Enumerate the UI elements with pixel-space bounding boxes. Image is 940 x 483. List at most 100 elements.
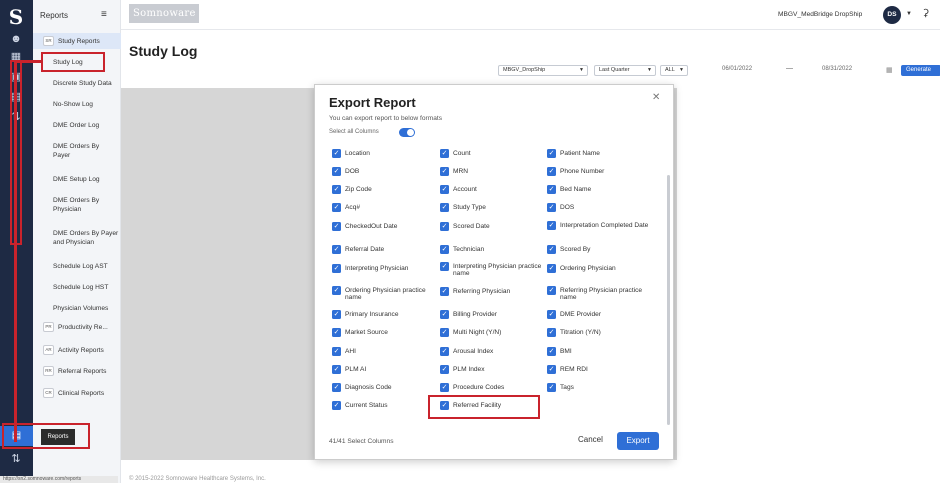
sidebar-item-discrete-study-data[interactable]: Discrete Study Data: [33, 79, 121, 88]
somnoware-logo-icon[interactable]: S: [7, 6, 25, 28]
sidebar-item-label: DME Orders By Physician: [53, 197, 100, 213]
sidebar-item-physician-volumes[interactable]: Physician Volumes: [33, 304, 121, 313]
column-checkbox-tags[interactable]: ✓ Tags: [547, 383, 655, 392]
column-checkbox-rem-rdi[interactable]: ✓ REM RDI: [547, 365, 655, 374]
sidebar-badge: AR: [43, 345, 54, 355]
column-checkbox-checkedout-date[interactable]: ✓ CheckedOut Date: [332, 222, 440, 231]
start-date-field[interactable]: 06/01/2022: [722, 66, 752, 72]
column-checkbox-technician[interactable]: ✓ Technician: [440, 245, 548, 254]
checkbox-checked-icon: ✓: [332, 245, 341, 254]
checkbox-label: Market Source: [345, 329, 388, 336]
column-checkbox-acq[interactable]: ✓ Acq#: [332, 203, 440, 212]
column-checkbox-bmi[interactable]: ✓ BMI: [547, 347, 655, 356]
sidebar-item-dme-orders-by-payer-and-physician[interactable]: DME Orders By Payer and Physician: [33, 229, 119, 247]
checkbox-checked-icon: ✓: [440, 222, 449, 231]
checkbox-checked-icon: ✓: [332, 310, 341, 319]
column-checkbox-ahi[interactable]: ✓ AHI: [332, 347, 440, 356]
sidebar-item-no-show-log[interactable]: No-Show Log: [33, 100, 121, 109]
chevron-down-icon[interactable]: ▼: [906, 11, 912, 17]
cancel-button[interactable]: Cancel: [578, 435, 603, 444]
sidebar-item-label: Productivity Re...: [58, 323, 108, 331]
column-checkbox-interpreting-physician-practice[interactable]: ✓ Interpreting Physician practice name: [440, 262, 548, 277]
column-checkbox-study-type[interactable]: ✓ Study Type: [440, 203, 548, 212]
user-avatar[interactable]: DS: [883, 6, 901, 24]
column-checkbox-multi-night[interactable]: ✓ Multi Night (Y/N): [440, 328, 548, 337]
sidebar-item-productivity-reports[interactable]: PR Productivity Re...: [33, 322, 121, 332]
column-checkbox-mrn[interactable]: ✓ MRN: [440, 167, 548, 176]
column-checkbox-ordering-physician-practice[interactable]: ✓ Ordering Physician practice name: [332, 286, 440, 301]
column-checkbox-referring-physician[interactable]: ✓ Referring Physician: [440, 287, 548, 296]
column-checkbox-scored-date[interactable]: ✓ Scored Date: [440, 222, 548, 231]
scope-select[interactable]: ALL ▼: [660, 65, 688, 76]
checkbox-checked-icon: ✓: [440, 262, 449, 271]
users-icon[interactable]: ☻: [9, 32, 23, 46]
column-checkbox-interpreting-physician[interactable]: ✓ Interpreting Physician: [332, 264, 440, 273]
scope-select-value: ALL: [665, 67, 675, 73]
annotation-box-referred-facility: [428, 395, 540, 419]
checkbox-label: DME Provider: [560, 311, 602, 318]
column-checkbox-referral-date[interactable]: ✓ Referral Date: [332, 245, 440, 254]
sidebar-item-dme-setup-log[interactable]: DME Setup Log: [33, 175, 121, 184]
bell-icon[interactable]: ⚳: [922, 8, 929, 19]
date-separator: —: [786, 65, 793, 72]
export-button[interactable]: Export: [617, 432, 659, 450]
column-checkbox-ordering-physician[interactable]: ✓ Ordering Physician: [547, 264, 655, 273]
checkbox-checked-icon: ✓: [332, 328, 341, 337]
column-checkbox-location[interactable]: ✓ Location: [332, 149, 440, 158]
sidebar-item-label: Study Reports: [58, 37, 100, 45]
select-all-toggle[interactable]: [399, 128, 415, 137]
checkbox-label: Account: [453, 186, 477, 193]
column-checkbox-plm-ai[interactable]: ✓ PLM AI: [332, 365, 440, 374]
end-date-field[interactable]: 08/31/2022: [822, 66, 852, 72]
sidebar-item-study-reports[interactable]: SR Study Reports: [33, 33, 121, 49]
sidebar-item-clinical-reports[interactable]: CR Clinical Reports: [33, 388, 121, 398]
sidebar-item-label: Schedule Log HST: [53, 284, 109, 291]
brand-logo[interactable]: Somnoware: [129, 4, 199, 23]
column-checkbox-diagnosis-code[interactable]: ✓ Diagnosis Code: [332, 383, 440, 392]
column-checkbox-billing-provider[interactable]: ✓ Billing Provider: [440, 310, 548, 319]
column-checkbox-phone-number[interactable]: ✓ Phone Number: [547, 167, 655, 176]
column-checkbox-account[interactable]: ✓ Account: [440, 185, 548, 194]
checkbox-label: Primary Insurance: [345, 311, 399, 318]
column-checkbox-dob[interactable]: ✓ DOB: [332, 167, 440, 176]
organization-name: MBGV_MedBridge DropShip: [778, 11, 863, 18]
dialog-scrollbar[interactable]: [667, 175, 670, 425]
sidebar-item-label: Discrete Study Data: [53, 80, 112, 87]
sidebar-item-schedule-log-ast[interactable]: Schedule Log AST: [33, 262, 121, 271]
generate-button[interactable]: Generate: [901, 65, 940, 76]
page-title: Study Log: [129, 43, 198, 59]
column-checkbox-primary-insurance[interactable]: ✓ Primary Insurance: [332, 310, 440, 319]
column-checkbox-dme-provider[interactable]: ✓ DME Provider: [547, 310, 655, 319]
column-checkbox-current-status[interactable]: ✓ Current Status: [332, 401, 440, 410]
collapse-menu-icon[interactable]: ≡: [101, 9, 107, 20]
column-checkbox-count[interactable]: ✓ Count: [440, 149, 548, 158]
column-checkbox-bed-name[interactable]: ✓ Bed Name: [547, 185, 655, 194]
column-checkbox-dos[interactable]: ✓ DOS: [547, 203, 655, 212]
column-checkbox-interpretation-completed-date[interactable]: ✓ Interpretation Completed Date: [547, 221, 655, 230]
checkbox-checked-icon: ✓: [547, 203, 556, 212]
column-checkbox-arousal-index[interactable]: ✓ Arousal Index: [440, 347, 548, 356]
sidebar-item-dme-orders-by-physician[interactable]: DME Orders By Physician: [33, 196, 113, 214]
column-checkbox-zip-code[interactable]: ✓ Zip Code: [332, 185, 440, 194]
sidebar-item-referral-reports[interactable]: RR Referral Reports: [33, 366, 121, 376]
dialog-title: Export Report: [329, 95, 416, 110]
period-select[interactable]: Last Quarter ▼: [594, 65, 656, 76]
column-checkbox-scored-by[interactable]: ✓ Scored By: [547, 245, 655, 254]
checkbox-checked-icon: ✓: [440, 245, 449, 254]
sidebar-item-dme-order-log[interactable]: DME Order Log: [33, 121, 121, 130]
checkbox-label: Study Type: [453, 204, 486, 211]
sidebar-item-activity-reports[interactable]: AR Activity Reports: [33, 345, 121, 355]
close-icon[interactable]: ✕: [652, 92, 660, 103]
sync-icon[interactable]: ⇅: [9, 452, 23, 466]
sidebar-item-schedule-log-hst[interactable]: Schedule Log HST: [33, 283, 121, 292]
column-checkbox-titration[interactable]: ✓ Titration (Y/N): [547, 328, 655, 337]
column-checkbox-plm-index[interactable]: ✓ PLM Index: [440, 365, 548, 374]
column-checkbox-market-source[interactable]: ✓ Market Source: [332, 328, 440, 337]
calendar-icon[interactable]: ▦: [886, 66, 893, 74]
column-checkbox-referring-physician-practice[interactable]: ✓ Referring Physician practice name: [547, 286, 655, 301]
sidebar-item-dme-orders-by-payer[interactable]: DME Orders By Payer: [33, 142, 113, 160]
location-select[interactable]: MBGV_DropShip ▼: [498, 65, 588, 76]
reports-tooltip: Reports: [41, 429, 75, 445]
column-checkbox-patient-name[interactable]: ✓ Patient Name: [547, 149, 655, 158]
column-checkbox-procedure-codes[interactable]: ✓ Procedure Codes: [440, 383, 548, 392]
